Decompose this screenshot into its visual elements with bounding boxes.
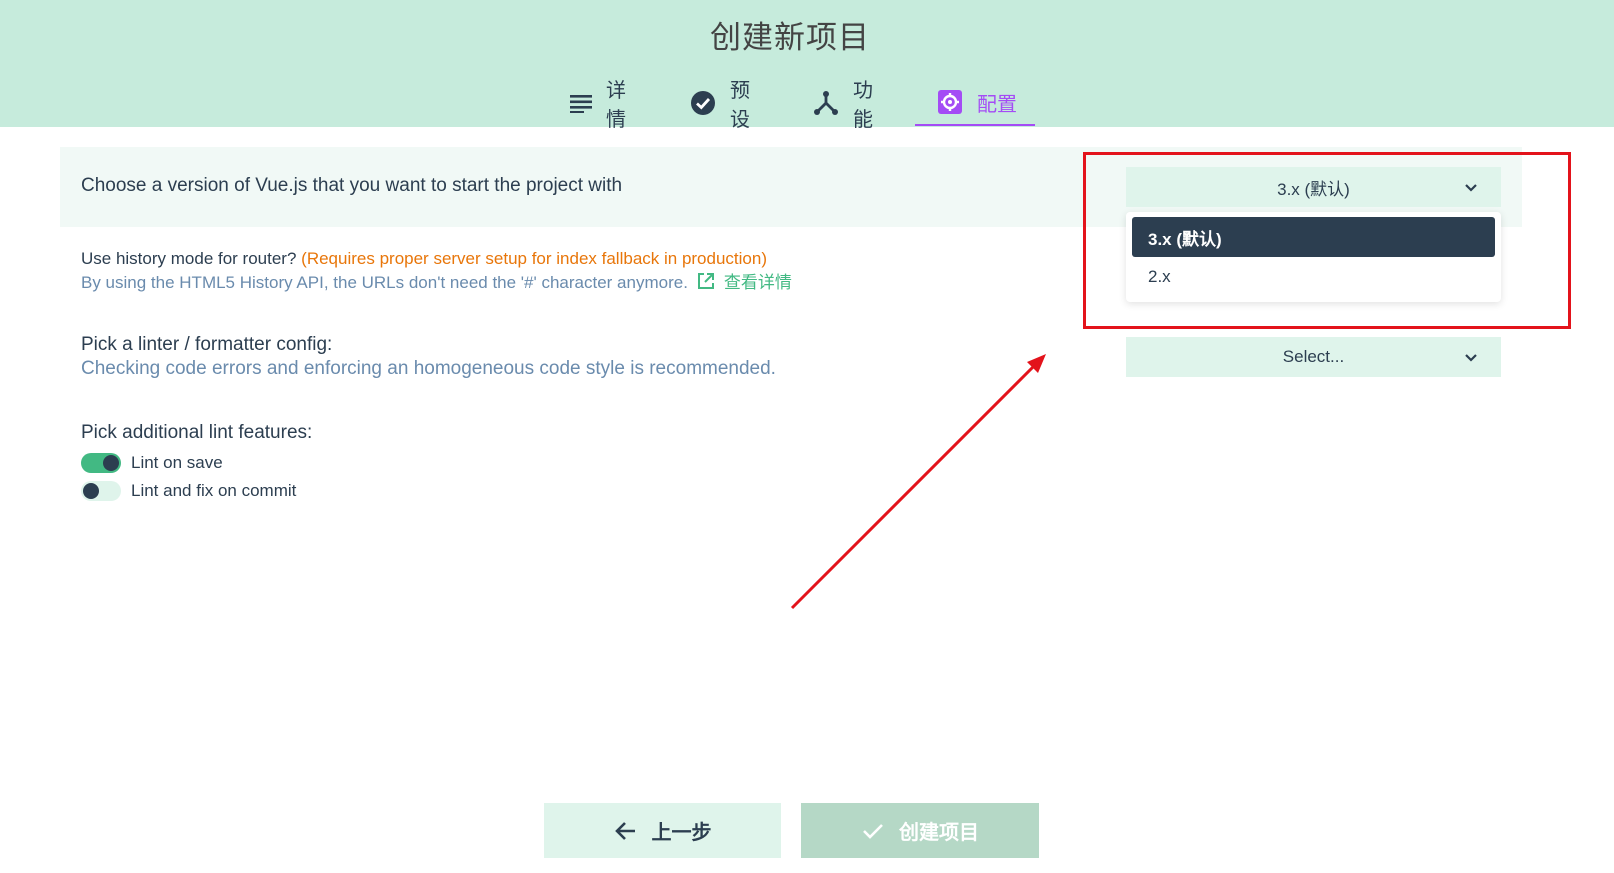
tab-features[interactable]: 功能 bbox=[813, 80, 873, 131]
more-info-link[interactable]: 查看详情 bbox=[724, 273, 792, 292]
linter-label: Pick a linter / formatter config: bbox=[81, 334, 333, 355]
fork-icon bbox=[813, 90, 839, 116]
settings-app-icon bbox=[937, 89, 963, 115]
lint-on-save-toggle[interactable] bbox=[81, 453, 121, 473]
lint-features-label: Pick additional lint features: bbox=[81, 422, 313, 443]
tab-config-label: 配置 bbox=[977, 93, 1017, 116]
router-history-description: By using the HTML5 History API, the URLs… bbox=[81, 273, 688, 292]
lint-on-commit-option: Lint and fix on commit bbox=[81, 480, 296, 502]
arrow-left-icon bbox=[614, 821, 635, 840]
lint-on-commit-label: Lint and fix on commit bbox=[131, 481, 297, 500]
router-history-option[interactable]: Use history mode for router? (Requires p… bbox=[81, 247, 792, 295]
tab-details-label: 详情 bbox=[606, 80, 626, 131]
router-history-warning: (Requires proper server setup for index … bbox=[301, 249, 767, 268]
vue-version-question: Choose a version of Vue.js that you want… bbox=[81, 175, 623, 196]
linter-description: Checking code errors and enforcing an ho… bbox=[81, 358, 776, 379]
linter-select-value: Select... bbox=[1282, 347, 1345, 366]
page-title: 创建新项目 bbox=[710, 20, 870, 55]
check-circle-icon bbox=[690, 90, 716, 116]
tab-features-label: 功能 bbox=[853, 80, 873, 131]
router-history-label: Use history mode for router? bbox=[81, 249, 297, 268]
list-icon bbox=[570, 90, 592, 116]
lint-on-save-label: Lint on save bbox=[131, 453, 223, 472]
header-bar: 创建新项目 详情 预设 功能 配置 bbox=[0, 0, 1614, 131]
lint-on-commit-toggle[interactable] bbox=[81, 481, 121, 501]
tab-details[interactable]: 详情 bbox=[570, 80, 630, 131]
external-link-icon bbox=[697, 273, 714, 289]
tab-presets-label: 预设 bbox=[730, 80, 750, 131]
previous-step-label: 上一步 bbox=[651, 822, 712, 844]
annotation-highlight-box bbox=[1083, 152, 1571, 329]
toggle-knob bbox=[103, 455, 119, 471]
tab-config[interactable]: 配置 bbox=[915, 80, 1035, 126]
chevron-down-icon bbox=[1465, 354, 1477, 362]
tab-presets[interactable]: 预设 bbox=[690, 80, 750, 131]
lint-on-save-option: Lint on save bbox=[81, 452, 223, 474]
toggle-knob bbox=[83, 483, 99, 499]
create-project-label: 创建项目 bbox=[899, 822, 979, 844]
check-icon bbox=[863, 823, 883, 839]
previous-step-button[interactable]: 上一步 bbox=[544, 803, 781, 858]
linter-select[interactable]: Select... bbox=[1126, 337, 1501, 377]
create-project-button[interactable]: 创建项目 bbox=[801, 803, 1039, 858]
